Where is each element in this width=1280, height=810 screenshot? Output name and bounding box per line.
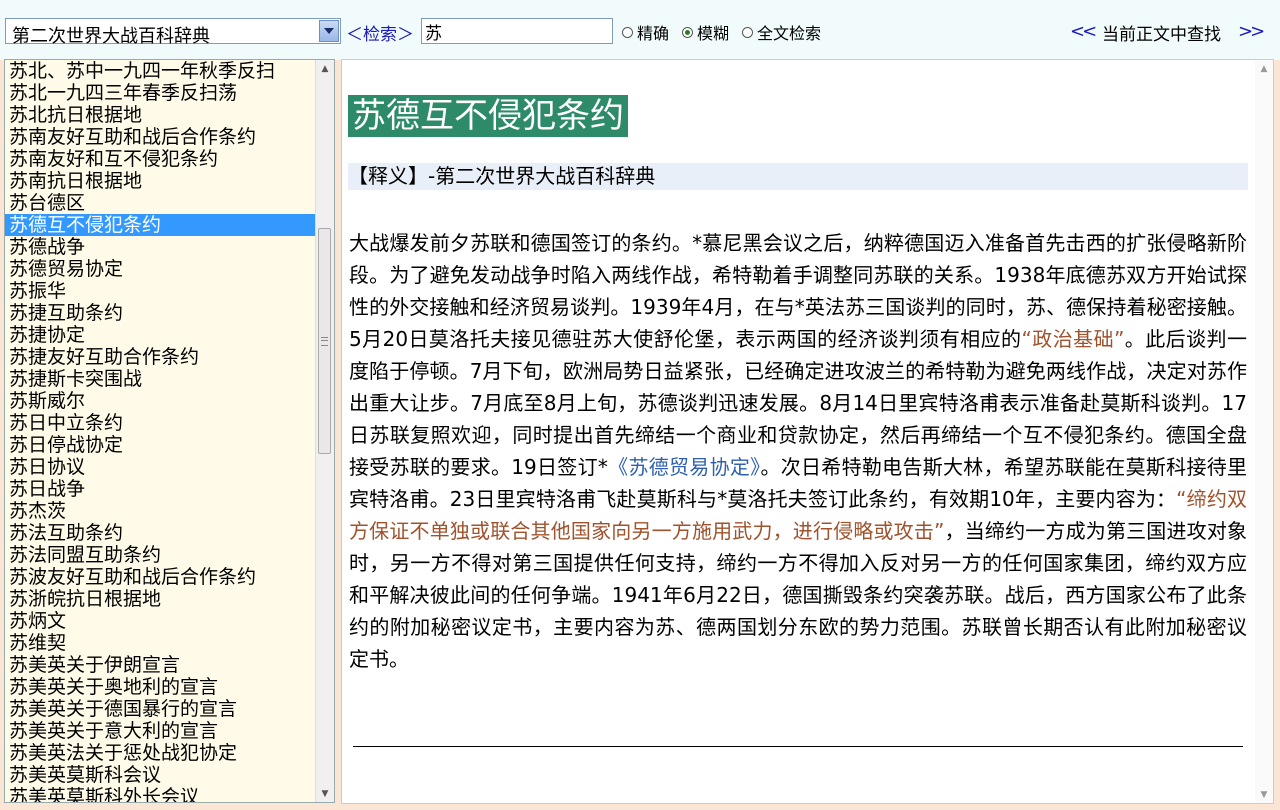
radio-fuzzy-label: 模糊 bbox=[697, 24, 730, 43]
toolbar: 第二次世界大战百科辞典 ＜检索＞ 精确 模糊 全文检索 << 当前正文中查找 >… bbox=[0, 0, 1280, 60]
radio-fulltext[interactable]: 全文检索 bbox=[742, 22, 822, 43]
entry-title: 苏德互不侵犯条约 bbox=[348, 95, 628, 137]
link-trade-agreement[interactable]: 《苏德贸易协定》 bbox=[608, 455, 761, 479]
list-item[interactable]: 苏斯威尔 bbox=[5, 390, 317, 412]
list-item[interactable]: 苏日协议 bbox=[5, 456, 317, 478]
grip-icon bbox=[321, 336, 328, 346]
list-item[interactable]: 苏捷互助条约 bbox=[5, 302, 317, 324]
radio-fulltext-label: 全文检索 bbox=[757, 24, 822, 43]
list-item[interactable]: 苏捷友好互助合作条约 bbox=[5, 346, 317, 368]
find-in-text-label: 当前正文中查找 bbox=[1102, 25, 1221, 45]
list-item[interactable]: 苏美英莫斯科会议 bbox=[5, 764, 317, 786]
list-item[interactable]: 苏德战争 bbox=[5, 236, 317, 258]
search-label: ＜检索＞ bbox=[346, 25, 414, 45]
entry-list[interactable]: 苏北、苏中一九四一年秋季反扫 苏北一九四三年春季反扫荡 苏北抗日根据地 苏南友好互助和… bbox=[4, 59, 335, 803]
radio-exact[interactable]: 精确 bbox=[622, 22, 670, 43]
list-item[interactable]: 苏南抗日根据地 bbox=[5, 170, 317, 192]
scroll-up-arrow-icon[interactable]: ▲ bbox=[1255, 60, 1273, 77]
list-item[interactable]: 苏德互不侵犯条约 bbox=[5, 214, 317, 236]
radio-button-selected-icon[interactable] bbox=[682, 26, 693, 38]
list-item[interactable]: 苏美英关于意大利的宣言 bbox=[5, 720, 317, 742]
scroll-down-arrow-icon[interactable]: ▼ bbox=[316, 785, 334, 802]
list-item[interactable]: 苏波友好互助和战后合作条约 bbox=[5, 566, 317, 588]
definition-source-header: 【释义】-第二次世界大战百科辞典 bbox=[348, 163, 1248, 190]
list-item[interactable]: 苏振华 bbox=[5, 280, 317, 302]
list-item[interactable]: 苏美英关于奥地利的宣言 bbox=[5, 676, 317, 698]
list-item[interactable]: 苏北抗日根据地 bbox=[5, 104, 317, 126]
list-scrollbar[interactable]: ▲ ▼ bbox=[315, 60, 334, 802]
list-item[interactable]: 苏南友好互助和战后合作条约 bbox=[5, 126, 317, 148]
list-item[interactable]: 苏浙皖抗日根据地 bbox=[5, 588, 317, 610]
dictionary-select[interactable]: 第二次世界大战百科辞典 bbox=[5, 18, 341, 47]
article-scrollbar[interactable]: ▲ ▼ bbox=[1255, 60, 1273, 803]
scroll-thumb[interactable] bbox=[318, 228, 331, 454]
list-item[interactable]: 苏日中立条约 bbox=[5, 412, 317, 434]
list-item[interactable]: 苏杰茨 bbox=[5, 500, 317, 522]
radio-fuzzy[interactable]: 模糊 bbox=[682, 22, 730, 43]
list-item[interactable]: 苏台德区 bbox=[5, 192, 317, 214]
radio-button-icon[interactable] bbox=[742, 26, 753, 38]
entry-list-items: 苏北、苏中一九四一年秋季反扫 苏北一九四三年春季反扫荡 苏北抗日根据地 苏南友好互助和… bbox=[5, 60, 317, 802]
list-item[interactable]: 苏北一九四三年春季反扫荡 bbox=[5, 82, 317, 104]
dictionary-select-value: 第二次世界大战百科辞典 bbox=[12, 26, 210, 47]
article-body: 大战爆发前夕苏联和德国签订的条约。*慕尼黑会议之后，纳粹德国迈入准备首先击西的扩… bbox=[349, 227, 1247, 675]
list-item[interactable]: 苏炳文 bbox=[5, 610, 317, 632]
list-item[interactable]: 苏维契 bbox=[5, 632, 317, 654]
list-item[interactable]: 苏捷斯卡突围战 bbox=[5, 368, 317, 390]
list-item[interactable]: 苏美英莫斯科外长会议 bbox=[5, 786, 317, 802]
list-item[interactable]: 苏法互助条约 bbox=[5, 522, 317, 544]
list-item[interactable]: 苏日战争 bbox=[5, 478, 317, 500]
scroll-up-arrow-icon[interactable]: ▲ bbox=[316, 60, 334, 77]
list-item[interactable]: 苏法同盟互助条约 bbox=[5, 544, 317, 566]
find-next-button[interactable]: >> bbox=[1238, 21, 1265, 42]
list-item[interactable]: 苏北、苏中一九四一年秋季反扫 bbox=[5, 60, 317, 82]
list-item[interactable]: 苏美英关于伊朗宣言 bbox=[5, 654, 317, 676]
divider bbox=[353, 746, 1243, 747]
highlight-political-basis: “政治基础” bbox=[1021, 327, 1125, 351]
find-previous-button[interactable]: << bbox=[1070, 21, 1097, 42]
radio-exact-label: 精确 bbox=[637, 24, 670, 43]
list-item[interactable]: 苏美英法关于惩处战犯协定 bbox=[5, 742, 317, 764]
list-item[interactable]: 苏美英关于德国暴行的宣言 bbox=[5, 698, 317, 720]
radio-button-icon[interactable] bbox=[622, 26, 633, 38]
article-pane: 苏德互不侵犯条约 【释义】-第二次世界大战百科辞典 大战爆发前夕苏联和德国签订的… bbox=[341, 59, 1274, 804]
search-input[interactable] bbox=[421, 18, 613, 44]
scroll-down-arrow-icon[interactable]: ▼ bbox=[1255, 786, 1273, 803]
list-item[interactable]: 苏德贸易协定 bbox=[5, 258, 317, 280]
chevron-down-icon[interactable] bbox=[319, 20, 339, 42]
list-item[interactable]: 苏捷协定 bbox=[5, 324, 317, 346]
list-item[interactable]: 苏日停战协定 bbox=[5, 434, 317, 456]
list-item[interactable]: 苏南友好和互不侵犯条约 bbox=[5, 148, 317, 170]
